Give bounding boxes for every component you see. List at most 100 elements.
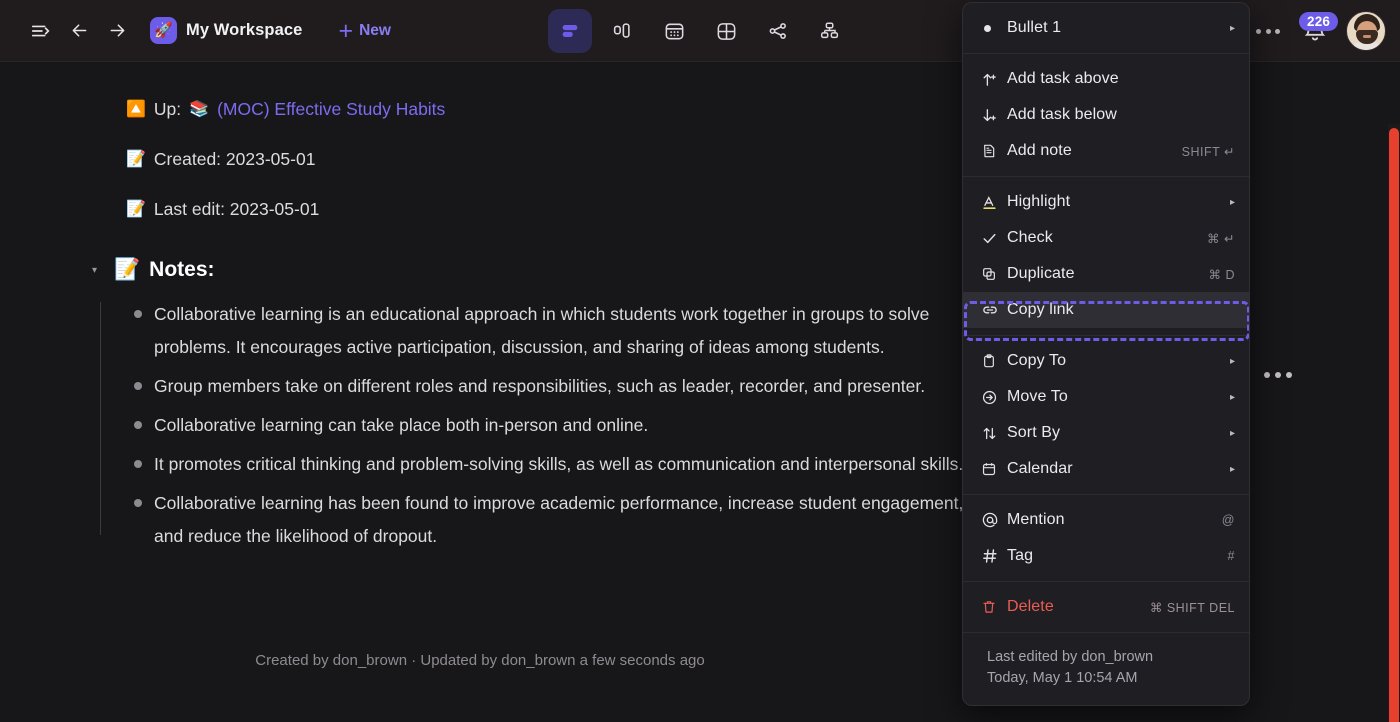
- chevron-right-icon: ▸: [1230, 464, 1235, 475]
- menu-item-label: Check: [1007, 229, 1207, 247]
- meta-row-up: 🔼 Up: 📚 (MOC) Effective Study Habits: [0, 84, 1000, 134]
- trash-icon: [981, 599, 1007, 615]
- vertical-scrollbar[interactable]: [1388, 124, 1400, 722]
- view-share-button[interactable]: [756, 9, 800, 53]
- view-list-button[interactable]: [548, 9, 592, 53]
- grid-view-icon: [715, 20, 738, 43]
- forward-icon[interactable]: [98, 12, 136, 50]
- menu-item-check[interactable]: Check ⌘ ↵: [963, 220, 1249, 256]
- view-table-button[interactable]: [652, 9, 696, 53]
- created-label: Created: 2023-05-01: [154, 149, 316, 170]
- menu-item-tag[interactable]: Tag #: [963, 538, 1249, 574]
- menu-item-shortcut: ⌘ D: [1209, 267, 1236, 282]
- list-item[interactable]: Collaborative learning is an educational…: [100, 298, 1000, 364]
- sidebar-toggle-icon[interactable]: [22, 12, 60, 50]
- context-menu-title-section: Bullet 1 ▸: [963, 3, 1249, 53]
- notes-title: 📝 Notes:: [114, 258, 215, 282]
- row-more-icon[interactable]: [1264, 372, 1292, 378]
- menu-item-sort-by[interactable]: Sort By ▸: [963, 415, 1249, 451]
- avatar[interactable]: [1346, 11, 1386, 51]
- menu-item-shortcut: ⌘ ↵: [1207, 231, 1235, 246]
- context-menu-section-delete: Delete ⌘ SHIFT DEL: [963, 581, 1249, 632]
- notes-title-text: Notes:: [149, 258, 214, 282]
- list-view-icon: [559, 20, 581, 42]
- view-board-button[interactable]: [600, 9, 644, 53]
- move-to-icon: [981, 389, 1007, 406]
- view-hierarchy-button[interactable]: [808, 9, 852, 53]
- collapse-caret-icon[interactable]: ▾: [92, 265, 104, 276]
- menu-item-calendar[interactable]: Calendar ▸: [963, 451, 1249, 487]
- arrow-down-plus-icon: [981, 107, 1007, 124]
- back-icon[interactable]: [60, 12, 98, 50]
- footer-last-edited-time: Today, May 1 10:54 AM: [987, 668, 1231, 689]
- view-grid-button[interactable]: [704, 9, 748, 53]
- meta-row-created: 📝 Created: 2023-05-01: [0, 134, 1000, 184]
- list-item[interactable]: Group members take on different roles an…: [100, 370, 1000, 403]
- menu-item-add-task-below[interactable]: Add task below: [963, 97, 1249, 133]
- menu-item-mention[interactable]: Mention @: [963, 502, 1249, 538]
- bullet-dot-icon: [134, 310, 142, 318]
- new-button[interactable]: + New: [330, 17, 398, 45]
- list-item-text: Collaborative learning is an educational…: [154, 298, 984, 364]
- menu-item-copy-to[interactable]: Copy To ▸: [963, 343, 1249, 379]
- new-button-label: New: [359, 22, 391, 40]
- menu-item-add-note[interactable]: Add note SHIFT ↵: [963, 133, 1249, 169]
- list-item[interactable]: Collaborative learning can take place bo…: [100, 409, 1000, 442]
- menu-item-shortcut: @: [1222, 513, 1235, 527]
- chevron-right-icon: ▸: [1230, 356, 1235, 367]
- menu-item-copy-link[interactable]: Copy link: [963, 292, 1249, 328]
- menu-item-label: Duplicate: [1007, 265, 1209, 283]
- bullet-dot-icon: [134, 421, 142, 429]
- menu-item-label: Copy To: [1007, 352, 1222, 370]
- header-right-group: 226: [1246, 0, 1386, 62]
- menu-item-shortcut: #: [1228, 549, 1235, 563]
- up-link[interactable]: (MOC) Effective Study Habits: [217, 99, 445, 120]
- notification-badge: 226: [1299, 12, 1338, 31]
- menu-item-bullet-1[interactable]: Bullet 1 ▸: [963, 10, 1249, 46]
- bullet-dot-icon: [134, 382, 142, 390]
- context-menu-section-tasks: Add task above Add task below Ad: [963, 53, 1249, 176]
- memo-emoji-icon-2: 📝: [126, 199, 146, 219]
- avatar-mouth: [1363, 35, 1371, 38]
- duplicate-icon: [981, 266, 1007, 282]
- list-item-text: Group members take on different roles an…: [154, 370, 925, 403]
- footer-last-edited-by: Last edited by don_brown: [987, 647, 1231, 668]
- menu-item-label: Bullet 1: [1007, 19, 1222, 37]
- menu-item-add-task-above[interactable]: Add task above: [963, 61, 1249, 97]
- scrollbar-thumb[interactable]: [1389, 128, 1399, 722]
- share-icon: [767, 20, 789, 42]
- notifications-button[interactable]: 226: [1294, 10, 1336, 52]
- menu-item-delete[interactable]: Delete ⌘ SHIFT DEL: [963, 589, 1249, 625]
- list-item[interactable]: Collaborative learning has been found to…: [100, 487, 1000, 553]
- up-arrow-emoji-icon: 🔼: [126, 99, 146, 119]
- menu-item-label: Add task below: [1007, 106, 1235, 124]
- last-edit-label: Last edit: 2023-05-01: [154, 199, 319, 220]
- header-more-icon[interactable]: [1246, 29, 1290, 34]
- menu-item-label: Highlight: [1007, 193, 1222, 211]
- memo-emoji-icon: 📝: [126, 149, 146, 169]
- notes-emoji-icon: 📝: [114, 258, 140, 282]
- clipboard-icon: [981, 353, 1007, 369]
- menu-item-highlight[interactable]: Highlight ▸: [963, 184, 1249, 220]
- menu-item-label: Add note: [1007, 142, 1182, 160]
- context-menu-footer: Last edited by don_brown Today, May 1 10…: [963, 632, 1249, 705]
- arrow-up-plus-icon: [981, 71, 1007, 88]
- chevron-right-icon: ▸: [1230, 197, 1235, 208]
- menu-item-shortcut: SHIFT ↵: [1182, 144, 1235, 159]
- menu-item-move-to[interactable]: Move To ▸: [963, 379, 1249, 415]
- context-menu-section-meta: Mention @ Tag #: [963, 494, 1249, 581]
- sort-icon: [981, 425, 1007, 442]
- menu-item-duplicate[interactable]: Duplicate ⌘ D: [963, 256, 1249, 292]
- notes-header: ▾ 📝 Notes:: [0, 246, 1000, 294]
- list-item[interactable]: It promotes critical thinking and proble…: [100, 448, 1000, 481]
- bullet-dot-icon: [134, 499, 142, 507]
- table-view-icon: [663, 20, 686, 43]
- check-icon: [981, 230, 1007, 247]
- workspace-selector[interactable]: 🚀 My Workspace: [146, 13, 310, 48]
- at-icon: [981, 511, 1007, 529]
- menu-item-label: Tag: [1007, 547, 1228, 565]
- books-emoji-icon: 📚: [189, 99, 209, 119]
- list-item-text: Collaborative learning has been found to…: [154, 487, 984, 553]
- document-content: 🔼 Up: 📚 (MOC) Effective Study Habits 📝 C…: [0, 62, 1000, 559]
- plus-icon: +: [338, 21, 353, 41]
